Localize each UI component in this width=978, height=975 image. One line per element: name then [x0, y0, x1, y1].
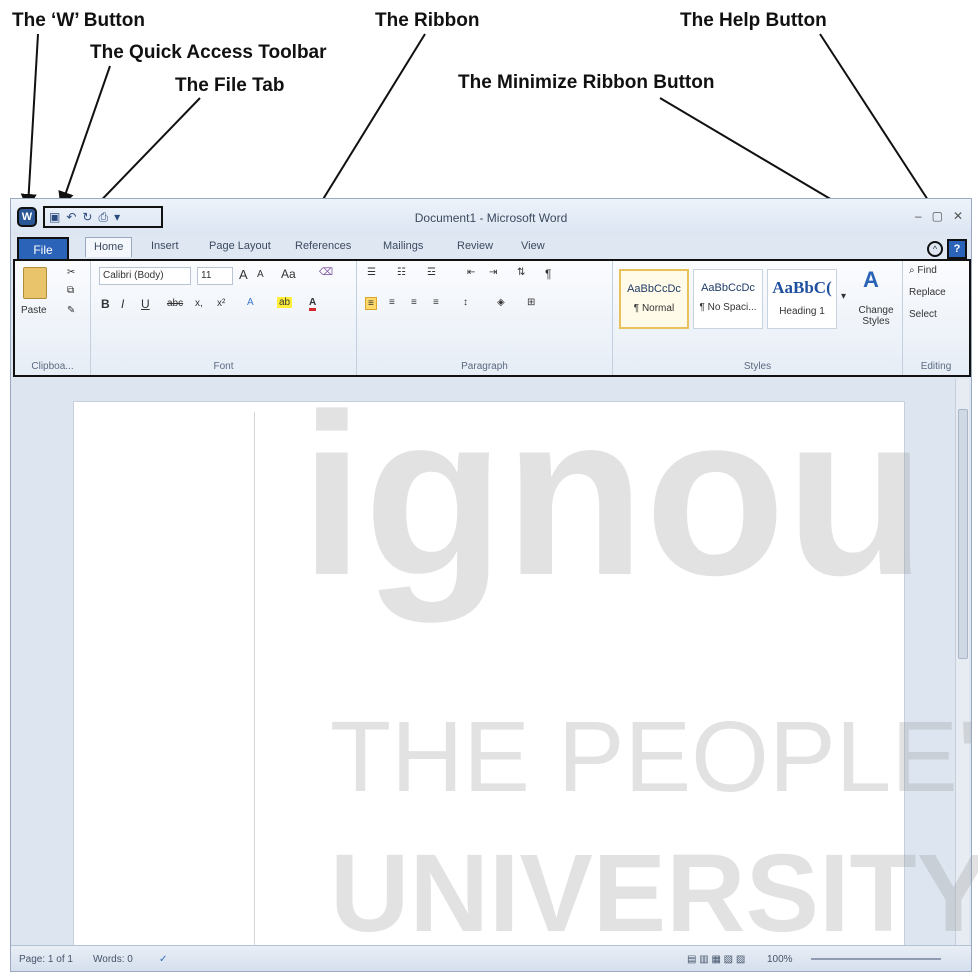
scrollbar-thumb[interactable]: [958, 409, 968, 659]
select-button[interactable]: Select: [909, 309, 937, 320]
word-window: W ▣ ↶ ↻ ⎙ ▾ Document1 - Microsoft Word –…: [10, 198, 972, 972]
shrink-font-button[interactable]: A: [257, 269, 264, 280]
editing-group-label: Editing: [920, 361, 952, 372]
help-button[interactable]: ?: [947, 239, 967, 259]
align-left-icon[interactable]: ≡: [365, 297, 377, 310]
style-name: ¶ No Spaci...: [699, 302, 757, 313]
annotation-ribbon: The Ribbon: [375, 10, 480, 31]
arrow-w-button: [20, 33, 39, 210]
clipboard-group-label: Clipboa...: [31, 361, 74, 372]
grow-font-button[interactable]: A: [239, 267, 248, 282]
find-button[interactable]: ⌕ Find: [909, 265, 937, 276]
superscript-button[interactable]: x²: [217, 298, 225, 309]
ribbon: Paste ✂ ⧉ ✎ Clipboa... Calibri (Body) 11…: [13, 259, 971, 377]
ribbon-tabs: File Home Insert Page Layout References …: [11, 235, 971, 259]
find-label: Find: [917, 265, 937, 276]
tab-references[interactable]: References: [295, 240, 351, 252]
font-group-label: Font: [213, 361, 234, 372]
clipboard-group: Paste ✂ ⧉ ✎ Clipboa...: [15, 261, 91, 375]
document-page[interactable]: [73, 401, 905, 950]
annotation-w-button: The ‘W’ Button: [12, 10, 145, 31]
subscript-button[interactable]: x,: [195, 298, 203, 309]
text-effects-icon[interactable]: A: [247, 297, 254, 308]
status-bar: Page: 1 of 1 Words: 0 ✓ ▤ ▥ ▦ ▧ ▨ 100%: [11, 945, 971, 971]
style-name: Heading 1: [779, 306, 825, 317]
style-heading-1[interactable]: AaBbC( Heading 1: [767, 269, 837, 329]
show-hide-button[interactable]: ¶: [545, 267, 551, 281]
zoom-level[interactable]: 100%: [767, 954, 793, 965]
annotation-quick-access-toolbar: The Quick Access Toolbar: [90, 42, 327, 63]
text-boundary-line: [254, 412, 255, 950]
tab-insert[interactable]: Insert: [151, 240, 179, 252]
tab-view[interactable]: View: [521, 240, 545, 252]
paragraph-group-label: Paragraph: [461, 361, 508, 372]
italic-button[interactable]: I: [121, 297, 124, 311]
maximize-window-icon[interactable]: ▢: [932, 209, 943, 223]
underline-button[interactable]: U: [141, 297, 150, 311]
annotation-minimize-ribbon-button: The Minimize Ribbon Button: [458, 72, 715, 93]
tab-review[interactable]: Review: [457, 240, 493, 252]
style-preview: AaBbC(: [772, 278, 832, 297]
tab-page-layout[interactable]: Page Layout: [209, 240, 271, 252]
proofing-icon[interactable]: ✓: [159, 954, 167, 965]
minimize-window-icon[interactable]: –: [915, 209, 922, 223]
cut-icon[interactable]: ✂: [67, 267, 75, 278]
page-count[interactable]: Page: 1 of 1: [19, 954, 73, 965]
numbering-icon[interactable]: ☷: [397, 267, 406, 278]
font-name-box[interactable]: Calibri (Body): [99, 267, 191, 285]
view-buttons[interactable]: ▤ ▥ ▦ ▧ ▨: [687, 954, 745, 965]
tab-mailings[interactable]: Mailings: [383, 240, 423, 252]
font-size-box[interactable]: 11: [197, 267, 233, 285]
style-preview: AaBbCcDc: [627, 283, 681, 295]
style-no-spacing[interactable]: AaBbCcDc ¶ No Spaci...: [693, 269, 763, 329]
change-styles-label: Change Styles: [858, 305, 894, 327]
multilevel-list-icon[interactable]: ☲: [427, 267, 436, 278]
annotation-help-button: The Help Button: [680, 10, 827, 31]
annotation-file-tab: The File Tab: [175, 75, 285, 96]
arrow-quick-access: [58, 65, 111, 208]
sort-icon[interactable]: ⇅: [517, 267, 525, 278]
styles-more-icon[interactable]: ▾: [841, 291, 846, 302]
borders-icon[interactable]: ⊞: [527, 297, 535, 308]
style-name: ¶ Normal: [633, 303, 675, 314]
align-center-icon[interactable]: ≡: [389, 297, 395, 308]
window-title: Document1 - Microsoft Word: [414, 211, 568, 225]
shading-icon[interactable]: ◈: [497, 297, 505, 308]
paste-label: Paste: [21, 305, 47, 316]
line-spacing-icon[interactable]: ↕: [463, 297, 468, 308]
styles-group: AaBbCcDc ¶ Normal AaBbCcDc ¶ No Spaci...…: [613, 261, 903, 375]
vertical-scrollbar[interactable]: [955, 379, 969, 945]
change-case-button[interactable]: Aa: [281, 267, 296, 281]
title-bar: W ▣ ↶ ↻ ⎙ ▾ Document1 - Microsoft Word –…: [11, 199, 971, 235]
paragraph-group: ☰ ☷ ☲ ⇤ ⇥ ⇅ ¶ ≡ ≡ ≡ ≡ ↕ ◈ ⊞ Paragraph: [357, 261, 613, 375]
strikethrough-button[interactable]: abc: [167, 298, 183, 309]
font-color-icon[interactable]: A: [309, 297, 317, 311]
minimize-ribbon-button[interactable]: ^: [927, 241, 943, 257]
copy-icon[interactable]: ⧉: [67, 285, 74, 296]
bullets-icon[interactable]: ☰: [367, 267, 376, 278]
close-window-icon[interactable]: ✕: [953, 209, 963, 223]
paste-icon[interactable]: [23, 267, 47, 299]
editing-group: ⌕ Find Replace Select Editing: [903, 261, 969, 375]
replace-button[interactable]: Replace: [909, 287, 946, 298]
window-controls: – ▢ ✕: [915, 209, 963, 223]
style-normal[interactable]: AaBbCcDc ¶ Normal: [619, 269, 689, 329]
bold-button[interactable]: B: [101, 297, 110, 311]
highlight-color-icon[interactable]: ab: [277, 297, 293, 308]
word-count[interactable]: Words: 0: [93, 954, 133, 965]
increase-indent-icon[interactable]: ⇥: [489, 267, 497, 278]
change-styles-icon[interactable]: A: [863, 267, 889, 295]
style-preview: AaBbCcDc: [701, 282, 755, 294]
styles-group-label: Styles: [743, 361, 772, 372]
zoom-slider[interactable]: [811, 958, 941, 960]
align-right-icon[interactable]: ≡: [411, 297, 417, 308]
justify-icon[interactable]: ≡: [433, 297, 439, 308]
tab-file[interactable]: File: [17, 237, 69, 259]
clear-formatting-icon[interactable]: ⌫: [319, 267, 333, 278]
font-group: Calibri (Body) 11 A A Aa ⌫ B I U abc x, …: [91, 261, 357, 375]
tab-home[interactable]: Home: [85, 237, 133, 257]
document-area: [11, 379, 971, 950]
format-painter-icon[interactable]: ✎: [67, 305, 75, 316]
decrease-indent-icon[interactable]: ⇤: [467, 267, 475, 278]
